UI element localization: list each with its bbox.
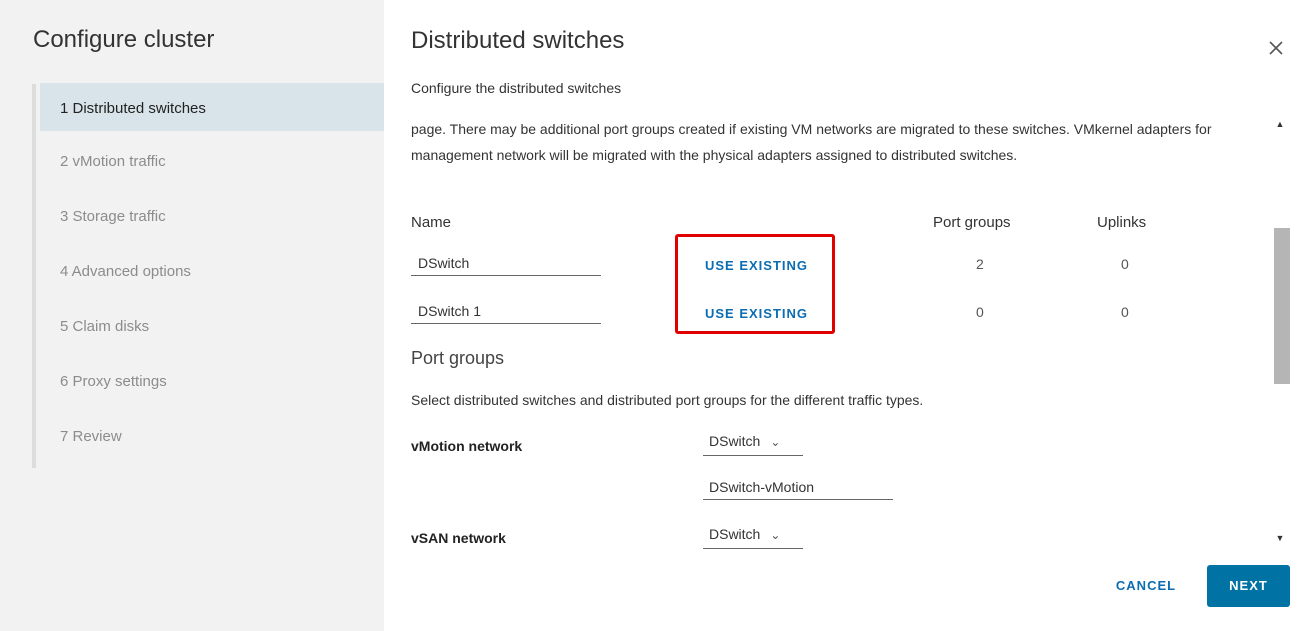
scroll-up-icon[interactable]: ▲ <box>1272 116 1288 132</box>
step-list: 1 Distributed switches 2 vMotion traffic… <box>40 83 384 464</box>
page-subtitle: Configure the distributed switches <box>411 80 622 96</box>
next-button[interactable]: NEXT <box>1207 565 1290 607</box>
step-proxy-settings[interactable]: 6 Proxy settings <box>40 354 384 409</box>
column-port-groups: Port groups <box>933 214 1011 231</box>
scroll-down-icon[interactable]: ▼ <box>1272 530 1288 546</box>
step-advanced-options[interactable]: 4 Advanced options <box>40 244 384 299</box>
wizard-main: Distributed switches Configure the distr… <box>384 0 1315 631</box>
switch-port-groups: 2 <box>976 256 984 272</box>
chevron-down-icon: ⌄ <box>770 435 781 449</box>
switch-name-input[interactable]: DSwitch 1 <box>411 298 601 324</box>
step-claim-disks[interactable]: 5 Claim disks <box>40 299 384 354</box>
switch-port-groups: 0 <box>976 304 984 320</box>
step-vmotion-traffic[interactable]: 2 vMotion traffic <box>40 134 384 189</box>
switch-uplinks: 0 <box>1121 256 1129 272</box>
vsan-network-label: vSAN network <box>411 530 506 546</box>
scroll-thumb[interactable] <box>1274 228 1290 384</box>
cancel-button[interactable]: CANCEL <box>1096 566 1196 606</box>
chevron-down-icon: ⌄ <box>770 528 781 542</box>
vmotion-switch-select[interactable]: DSwitch ⌄ <box>703 430 803 456</box>
vsan-switch-select[interactable]: DSwitch ⌄ <box>703 523 803 549</box>
column-uplinks: Uplinks <box>1097 214 1147 231</box>
highlight-box <box>675 234 835 334</box>
close-icon[interactable] <box>1264 36 1288 60</box>
switch-name-input[interactable]: DSwitch <box>411 250 601 276</box>
step-storage-traffic[interactable]: 3 Storage traffic <box>40 189 384 244</box>
page-title: Distributed switches <box>411 27 625 54</box>
port-groups-description: Select distributed switches and distribu… <box>411 392 924 408</box>
wizard-title: Configure cluster <box>33 26 215 53</box>
wizard-sidebar: Configure cluster 1 Distributed switches… <box>0 0 384 631</box>
port-groups-heading: Port groups <box>411 348 505 368</box>
scroll-content: page. There may be additional port group… <box>411 110 1261 560</box>
step-distributed-switches[interactable]: 1 Distributed switches <box>40 83 384 131</box>
step-rail <box>32 84 36 468</box>
column-name: Name <box>411 214 452 231</box>
intro-text: page. There may be additional port group… <box>411 121 1212 163</box>
step-review[interactable]: 7 Review <box>40 409 384 464</box>
select-value: DSwitch <box>709 433 761 449</box>
vmotion-port-group-input[interactable]: DSwitch-vMotion <box>703 474 893 500</box>
switch-uplinks: 0 <box>1121 304 1129 320</box>
select-value: DSwitch <box>709 526 761 542</box>
vmotion-network-label: vMotion network <box>411 438 523 454</box>
